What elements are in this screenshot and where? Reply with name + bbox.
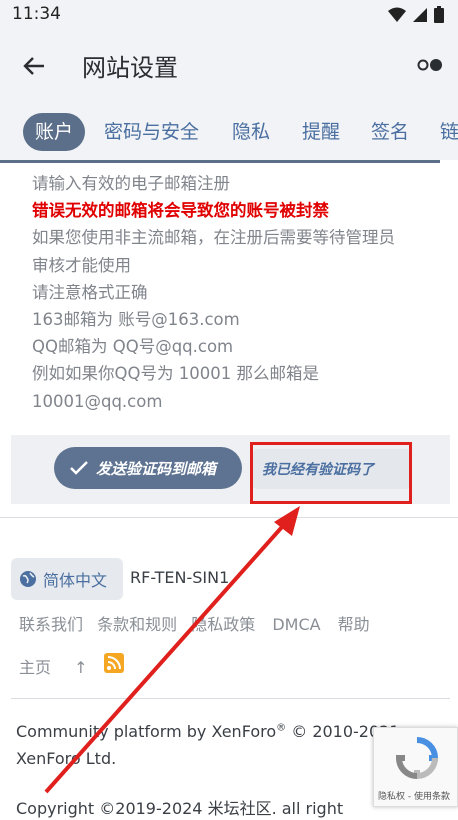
back-arrow-icon xyxy=(23,57,44,75)
tab-underline xyxy=(0,160,440,163)
divider xyxy=(0,517,458,518)
notice-line: 10001@qq.com xyxy=(32,391,163,411)
registered-mark: ® xyxy=(276,722,287,734)
toggle-dots-icon xyxy=(417,59,442,71)
page-title: 网站设置 xyxy=(82,54,178,82)
link-dmca[interactable]: DMCA xyxy=(272,615,320,634)
check-icon xyxy=(70,461,88,475)
language-button[interactable]: 简体中文 xyxy=(11,558,123,600)
copyright-site: Copyright ©2019-2024 米坛社区. all right xyxy=(16,799,344,818)
notice-line: 163邮箱为 账号@163.com xyxy=(32,310,240,330)
language-label: 简体中文 xyxy=(43,571,108,590)
recaptcha-badge[interactable]: 隐私权 - 使用条款 xyxy=(373,727,458,807)
copyright-xenforo: Community platform by XenForo® © 2010-20… xyxy=(16,722,400,741)
send-code-button[interactable]: 发送验证码到邮箱 xyxy=(54,447,242,489)
tab-account[interactable]: 账户 xyxy=(23,113,86,151)
notice-line: 请注意格式正确 xyxy=(32,282,148,302)
scroll-top-button[interactable]: ↑ xyxy=(74,658,87,677)
notice-line: QQ邮箱为 QQ号@qq.com xyxy=(32,337,234,357)
recaptcha-icon xyxy=(395,737,439,780)
globe-icon xyxy=(20,571,36,587)
copyright-xenforo-ltd: XenForo Ltd. xyxy=(16,749,117,768)
tab-links[interactable]: 链 xyxy=(440,113,458,151)
recaptcha-terms[interactable]: 隐私权 - 使用条款 xyxy=(378,789,450,802)
notice-line: 如果您使用非主流邮箱，在注册后需要等待管理员 xyxy=(32,228,395,248)
notice-line: 审核才能使用 xyxy=(32,255,131,275)
status-icons xyxy=(388,6,444,23)
status-time: 11:34 xyxy=(12,4,61,24)
email-notice: 请输入有效的电子邮箱注册 错误无效的邮箱将会导致您的账号被封禁 如果您使用非主流… xyxy=(32,170,442,415)
highlight-box xyxy=(250,442,412,504)
link-terms[interactable]: 条款和规则 xyxy=(97,615,177,634)
status-bar: 11:34 xyxy=(0,0,458,30)
signal-icon xyxy=(413,7,427,22)
app-bar: 网站设置 xyxy=(0,30,458,102)
link-home[interactable]: 主页 xyxy=(19,658,51,677)
link-privacy[interactable]: 隐私政策 xyxy=(191,615,255,634)
tab-password-security[interactable]: 密码与安全 xyxy=(104,113,199,151)
notice-line: 请输入有效的电子邮箱注册 xyxy=(32,174,230,193)
toggle-button[interactable] xyxy=(414,52,448,78)
battery-icon xyxy=(434,6,444,23)
notice-warning: 错误无效的邮箱将会导致您的账号被封禁 xyxy=(32,201,329,221)
tab-privacy[interactable]: 隐私 xyxy=(232,113,270,151)
wifi-icon xyxy=(388,7,406,22)
style-chooser[interactable]: RF-TEN-SIN1 xyxy=(130,568,229,587)
rss-icon[interactable] xyxy=(104,653,124,673)
link-contact[interactable]: 联系我们 xyxy=(19,615,83,634)
tab-alerts[interactable]: 提醒 xyxy=(302,113,340,151)
back-button[interactable] xyxy=(18,50,50,82)
tab-bar: 账户 密码与安全 隐私 提醒 签名 链 xyxy=(0,102,458,160)
footer-links: 联系我们 条款和规则 隐私政策 DMCA 帮助 xyxy=(19,611,370,635)
copyright-text: Community platform by XenForo xyxy=(16,722,277,741)
tab-signature[interactable]: 签名 xyxy=(371,113,409,151)
footer-nav: 主页 ↑ xyxy=(19,654,88,678)
rss-glyph-icon xyxy=(107,656,121,670)
notice-line: 例如如果你QQ号为 10001 那么邮箱是 xyxy=(32,364,319,384)
send-code-label: 发送验证码到邮箱 xyxy=(96,459,217,478)
divider xyxy=(11,698,450,699)
link-help[interactable]: 帮助 xyxy=(338,615,370,634)
